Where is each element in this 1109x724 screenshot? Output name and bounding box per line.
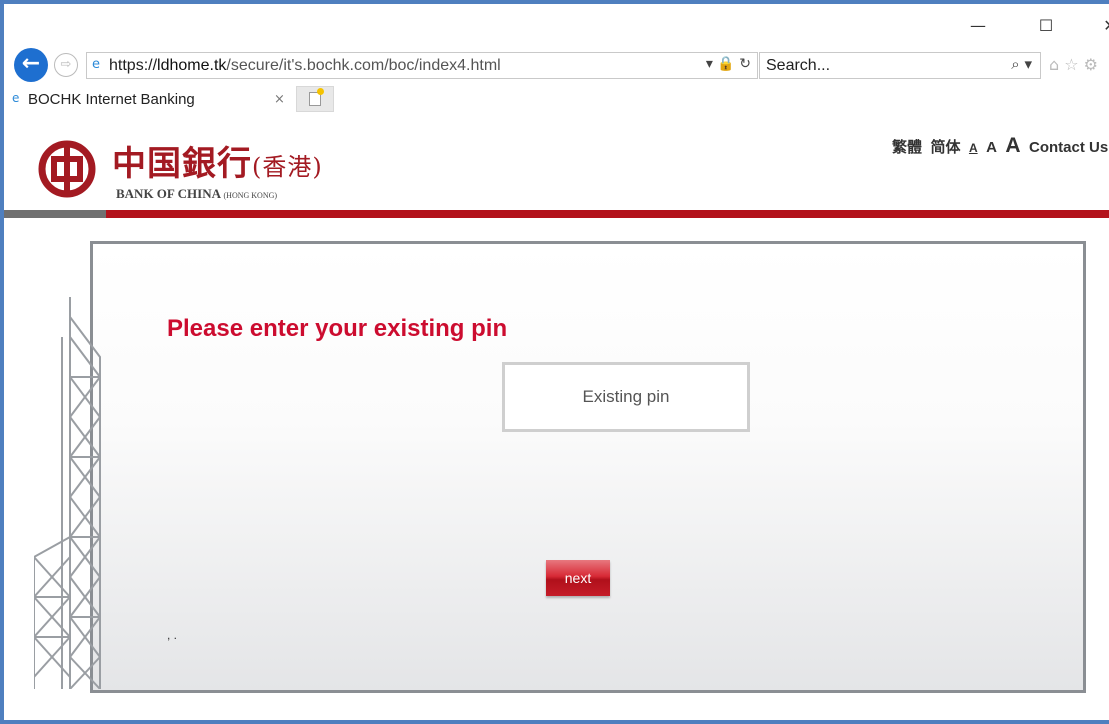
logo-english-name: BANK OF CHINA xyxy=(116,186,221,201)
address-bar[interactable]: e https://ldhome.tk/secure/it's.bochk.co… xyxy=(86,52,758,79)
font-size-small-link[interactable]: A xyxy=(969,141,978,155)
ie-tab-icon: e xyxy=(12,91,20,105)
header-divider xyxy=(4,210,1109,218)
bank-tower-illustration-icon xyxy=(34,297,101,689)
search-box[interactable]: Search... ⌕ ▾ xyxy=(759,52,1041,79)
home-favorites-settings-icons[interactable]: ⌂ ☆ ⚙ xyxy=(1049,55,1098,74)
close-tab-icon[interactable]: × xyxy=(274,92,285,107)
font-size-large-link[interactable]: A xyxy=(1005,134,1020,157)
footnote-text: , . xyxy=(167,628,178,642)
maximize-button[interactable]: ☐ xyxy=(1034,16,1058,36)
browser-window: — ☐ ✕ ← ⇨ e https://ldhome.tk/secure/it'… xyxy=(0,0,1109,724)
url-path: /secure/it's.bochk.com/boc/index4.html xyxy=(226,57,501,74)
title-bar: — ☐ ✕ xyxy=(4,4,1109,44)
url-text[interactable]: https://ldhome.tk/secure/it's.bochk.com/… xyxy=(109,57,501,75)
logo-chinese-region: (香港) xyxy=(252,153,323,181)
site-tools: 繁體 简体 A A A Contact Us xyxy=(892,134,1109,158)
address-tools-icons[interactable]: ▾ 🔒 ↻ xyxy=(706,56,751,72)
font-size-medium-link[interactable]: A xyxy=(986,139,997,156)
back-button[interactable]: ← xyxy=(14,48,48,82)
bank-logo[interactable]: 中国銀行(香港) BANK OF CHINA (HONG KONG) xyxy=(38,134,338,204)
login-panel xyxy=(90,241,1086,693)
simplified-chinese-link[interactable]: 简体 xyxy=(930,139,960,156)
search-placeholder: Search... xyxy=(766,57,831,74)
page-content: 中国銀行(香港) BANK OF CHINA (HONG KONG) 繁體 简体… xyxy=(4,114,1109,720)
new-tab-button[interactable] xyxy=(296,86,334,112)
ie-page-icon: e xyxy=(92,57,100,72)
boc-emblem-icon xyxy=(38,140,96,198)
tab-title: BOCHK Internet Banking xyxy=(28,91,195,108)
logo-chinese: 中国銀行(香港) xyxy=(112,136,323,185)
forward-button[interactable]: ⇨ xyxy=(54,53,78,77)
url-host: ldhome.tk xyxy=(157,57,227,74)
page-title: Please enter your existing pin xyxy=(167,315,508,342)
tab-strip: e BOCHK Internet Banking × xyxy=(4,84,1109,114)
search-icon[interactable]: ⌕ ▾ xyxy=(1011,55,1032,73)
traditional-chinese-link[interactable]: 繁體 xyxy=(892,139,922,156)
header-divider-grey xyxy=(4,210,106,218)
minimize-button[interactable]: — xyxy=(966,16,990,36)
new-tab-spark-icon xyxy=(317,88,324,95)
existing-pin-field[interactable] xyxy=(502,362,750,432)
contact-us-link[interactable]: Contact Us xyxy=(1029,139,1108,156)
logo-english: BANK OF CHINA (HONG KONG) xyxy=(116,186,277,202)
next-button[interactable]: next xyxy=(546,560,610,596)
close-window-button[interactable]: ✕ xyxy=(1098,16,1109,36)
logo-chinese-name: 中国銀行 xyxy=(112,144,252,184)
url-protocol: https:// xyxy=(109,57,158,74)
navigation-bar: ← ⇨ e https://ldhome.tk/secure/it's.boch… xyxy=(4,48,1109,84)
logo-english-region: (HONG KONG) xyxy=(223,191,278,200)
tab-bochk[interactable]: e BOCHK Internet Banking × xyxy=(4,84,294,114)
